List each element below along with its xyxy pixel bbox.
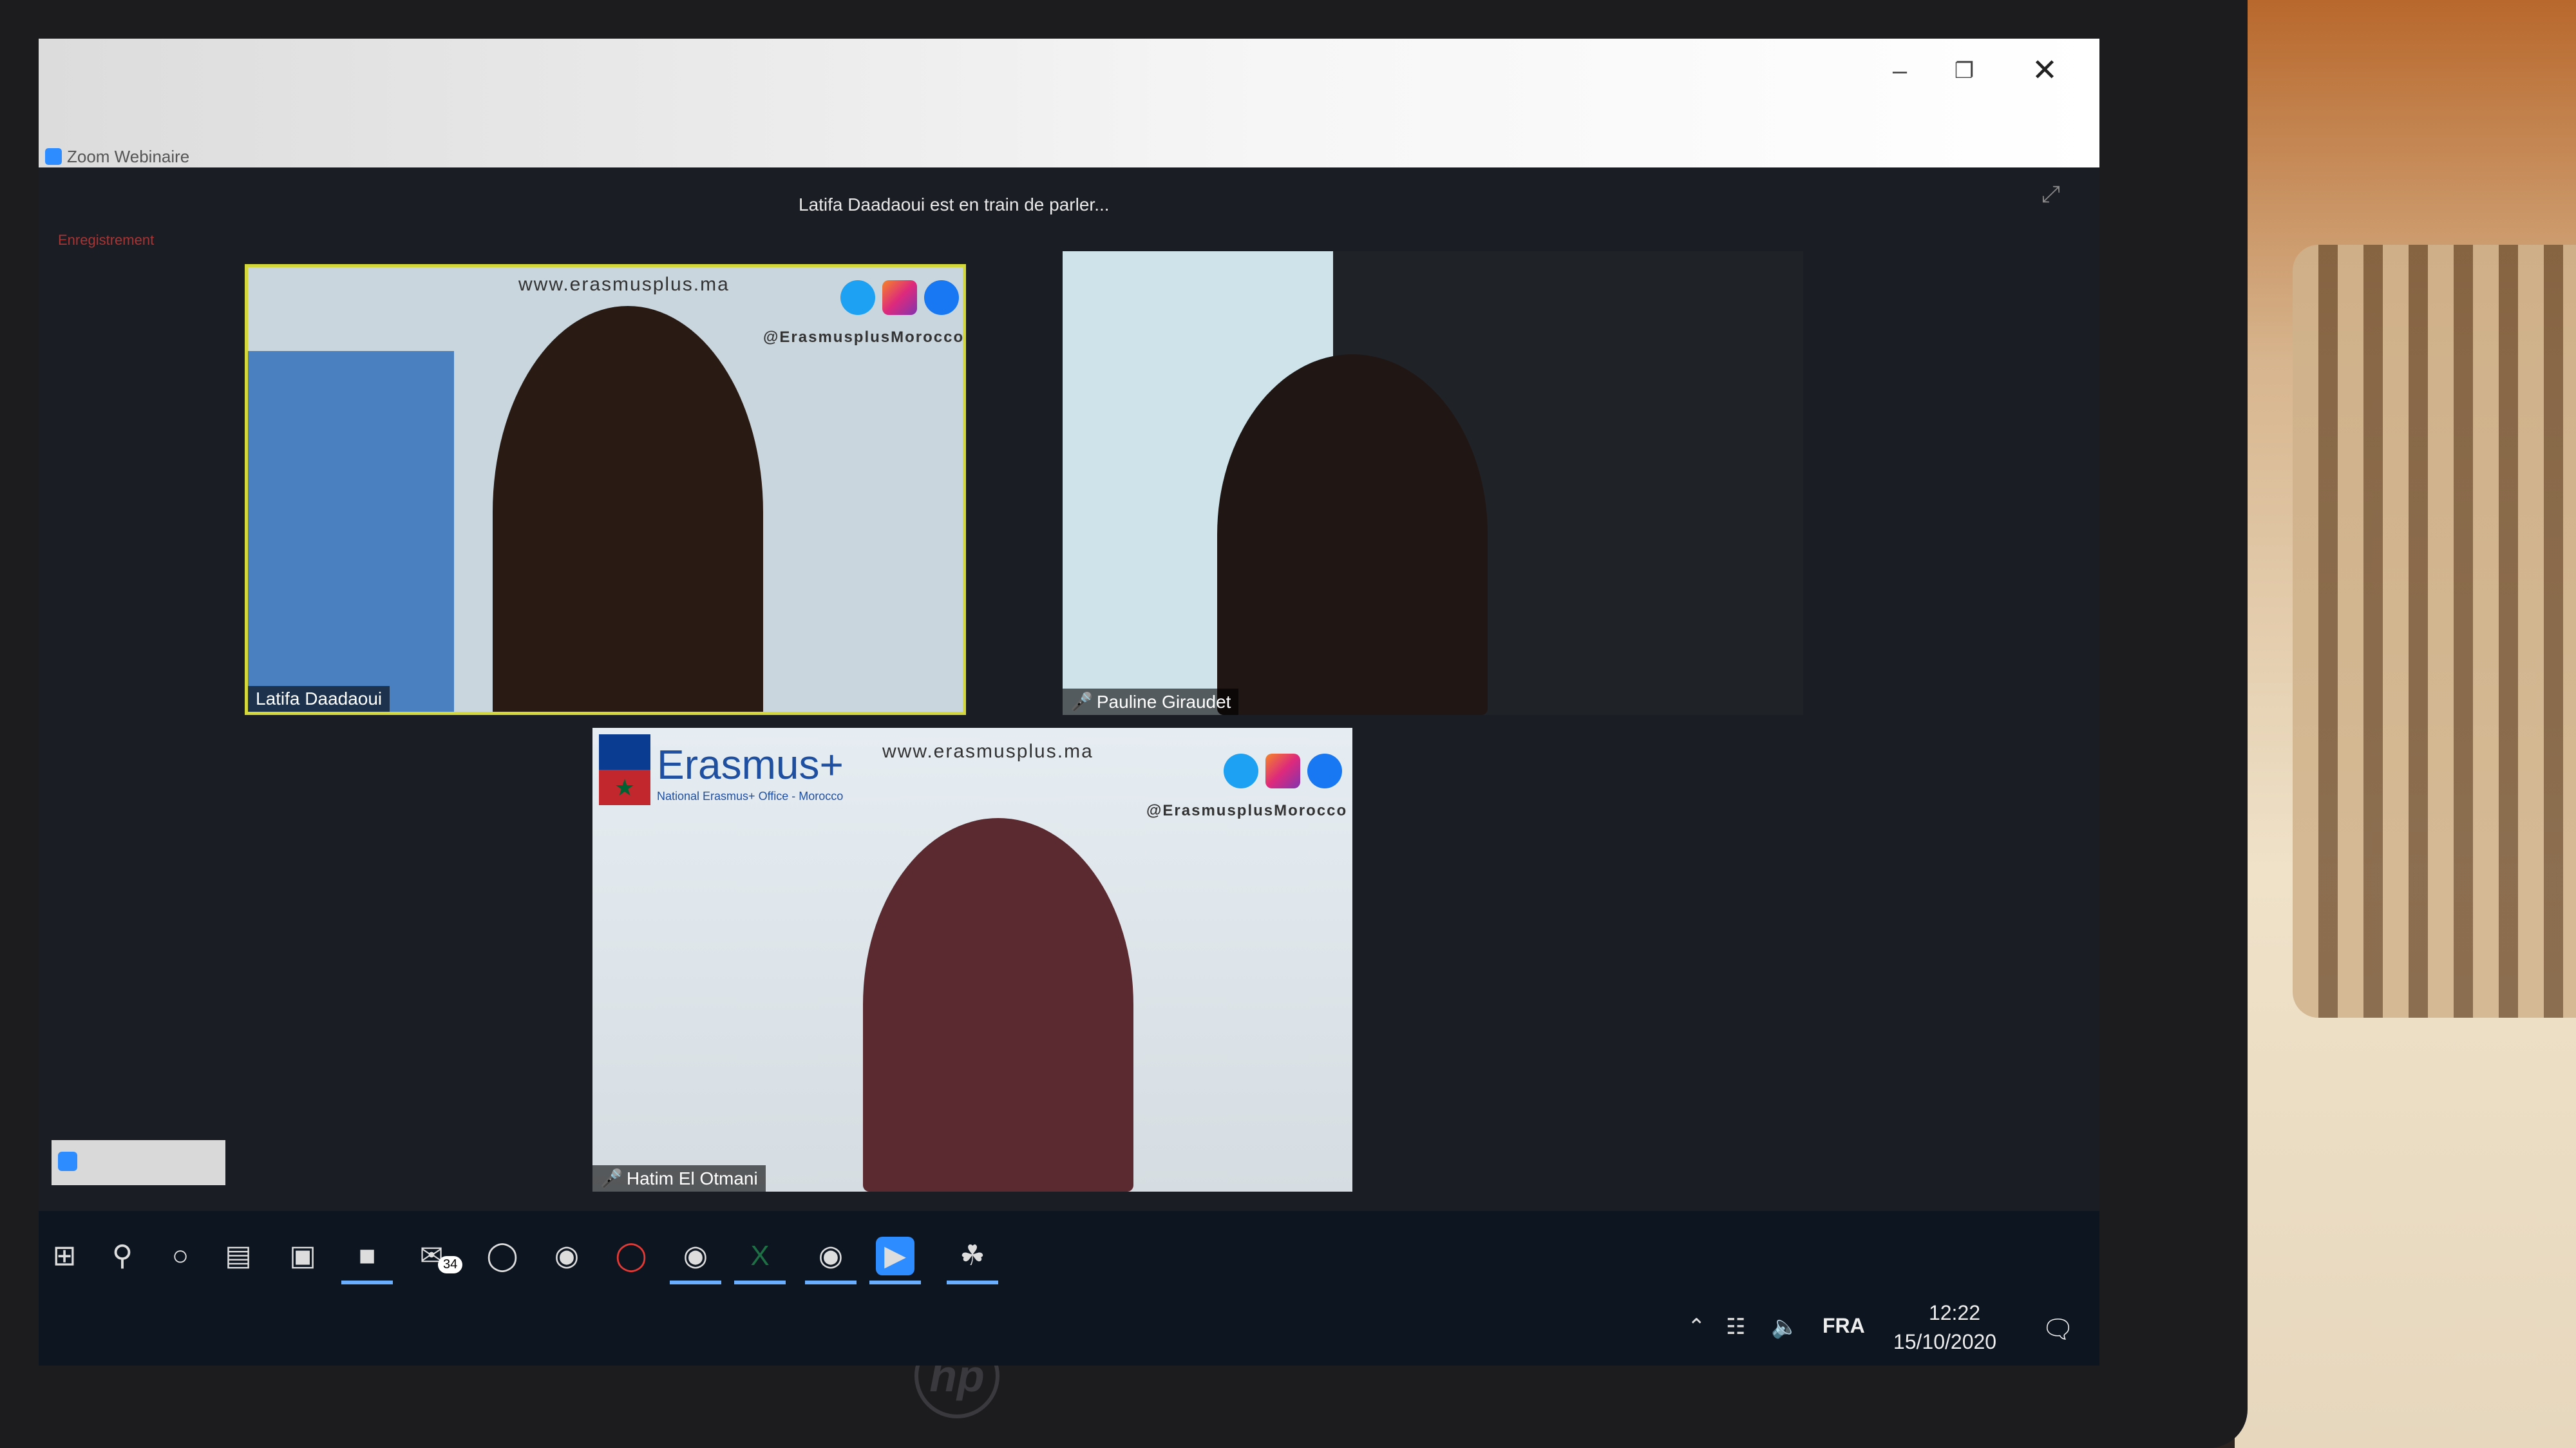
name-label: 🎤 Hatim El Otmani (592, 1165, 766, 1192)
speaker-status: Latifa Daadaoui est en train de parler..… (799, 195, 1110, 214)
minimized-zoom-window[interactable] (52, 1140, 225, 1185)
facebook-icon (1307, 754, 1342, 788)
social-handle: @ErasmusplusMorocco (763, 329, 965, 346)
ultraviewer-icon[interactable]: ◯ (483, 1237, 522, 1275)
cortana-icon[interactable]: ○ (161, 1237, 200, 1275)
participant-video-latifa (493, 306, 763, 712)
erasmus-logo: Erasmus+ (657, 741, 844, 788)
facebook-icon (924, 280, 959, 315)
search-icon[interactable]: ⚲ (103, 1237, 142, 1275)
zoom-app-icon (45, 148, 62, 165)
video-tile-pauline[interactable]: 🎤 Pauline Giraudet (1063, 251, 1803, 715)
mic-muted-icon: 🎤 (600, 1168, 623, 1188)
taskbar: ⊞ ⚲ ○ ▤ ▣ ■ ✉ 34 ◯ ◉ ◯ ◉ X ◉ ▶ ☘ ⌃ ☷ 🔈 F… (39, 1211, 2099, 1366)
erasmus-logo-subtitle: National Erasmus+ Office - Morocco (657, 790, 844, 803)
instagram-icon (882, 280, 917, 315)
volume-icon[interactable]: 🔈 (1771, 1314, 1798, 1340)
meeting-area: Enregistrement Latifa Daadaoui est en tr… (39, 167, 2099, 1211)
network-icon[interactable]: ☷ (1726, 1314, 1745, 1340)
twitter-icon (1224, 754, 1258, 788)
store-icon[interactable]: ▣ (283, 1237, 322, 1275)
name-label: Latifa Daadaoui (248, 686, 390, 712)
task-view-icon[interactable]: ▤ (219, 1237, 258, 1275)
language-indicator[interactable]: FRA (1823, 1314, 1865, 1338)
window-title-bar[interactable]: Zoom Webinaire – ❐ ✕ (39, 39, 2099, 167)
eu-flag-icon (599, 734, 650, 770)
participant-video-hatim (863, 818, 1133, 1192)
mic-muted-icon: 🎤 (1070, 692, 1093, 712)
start-icon[interactable]: ⊞ (45, 1237, 84, 1275)
clock-time[interactable]: 12:22 (1900, 1301, 2009, 1325)
edge-icon[interactable]: ◉ (547, 1237, 586, 1275)
minimize-button[interactable]: – (1880, 52, 1919, 90)
morocco-flag-icon: ★ (599, 770, 650, 805)
background-chair (2293, 245, 2576, 1018)
fullscreen-icon[interactable]: ⤢ (2041, 180, 2060, 208)
video-tile-hatim[interactable]: ★ Erasmus+ National Erasmus+ Office - Mo… (592, 728, 1352, 1192)
chevron-up-icon[interactable]: ⌃ (1687, 1314, 1706, 1340)
close-button[interactable]: ✕ (2022, 48, 2067, 93)
restore-button[interactable]: ❐ (1945, 52, 1984, 90)
erasmus-banner (248, 351, 454, 712)
recording-label: Enregistrement (58, 232, 155, 248)
excel-icon[interactable]: X (734, 1237, 786, 1284)
name-label: 🎤 Pauline Giraudet (1063, 689, 1239, 715)
video-tile-latifa[interactable]: www.erasmusplus.ma @ErasmusplusMorocco L… (245, 264, 966, 715)
notification-icon[interactable]: 🗨 (2041, 1314, 2074, 1344)
file-explorer-icon[interactable]: ■ (341, 1237, 393, 1284)
screen: Zoom Webinaire – ❐ ✕ Enregistrement Lati… (39, 39, 2099, 1366)
chrome-icon[interactable]: ◉ (670, 1237, 721, 1284)
clock-date[interactable]: 15/10/2020 (1880, 1330, 2009, 1354)
participant-video-pauline (1217, 354, 1488, 715)
chrome-profile-icon[interactable]: ◉ (805, 1237, 857, 1284)
opera-icon[interactable]: ◯ (612, 1237, 650, 1275)
mail-badge: 34 (438, 1256, 463, 1273)
twitter-icon (840, 280, 875, 315)
site-url: www.erasmusplus.ma (518, 274, 730, 295)
instagram-icon (1265, 754, 1300, 788)
monitor-bezel: hp Zoom Webinaire – ❐ ✕ Enregistrement L… (0, 0, 2248, 1448)
site-url: www.erasmusplus.ma (882, 741, 1094, 762)
paint-icon[interactable]: ☘ (947, 1237, 998, 1284)
social-handle: @ErasmusplusMorocco (1146, 802, 1348, 819)
window-title: Zoom Webinaire (67, 147, 190, 166)
zoom-icon (58, 1152, 77, 1171)
zoom-icon[interactable]: ▶ (869, 1237, 921, 1284)
